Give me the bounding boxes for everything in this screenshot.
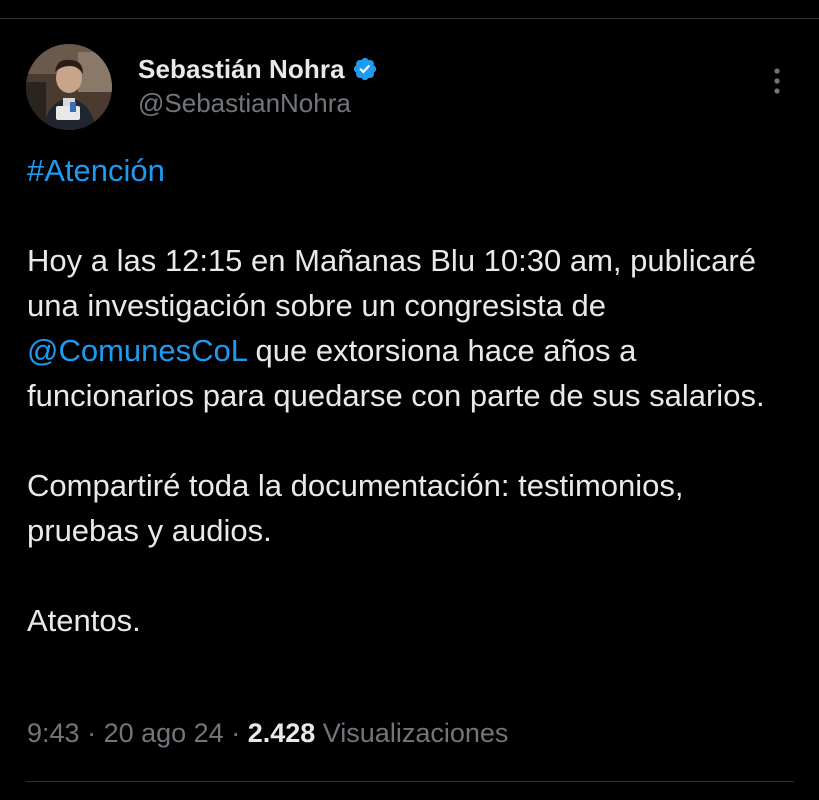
paragraph-1-text-start: Hoy a las 12:15 en Mañanas Blu 10:30 am,…: [27, 243, 756, 323]
tweet-date[interactable]: 20 ago 24: [104, 718, 224, 748]
avatar-image: [26, 44, 112, 130]
name-row: Sebastián Nohra: [138, 52, 378, 86]
meta-separator: ·: [223, 718, 248, 748]
mention-link[interactable]: @ComunesCoL: [27, 333, 247, 368]
avatar[interactable]: [26, 44, 112, 130]
bottom-divider: [26, 781, 794, 782]
meta-separator: ·: [79, 718, 104, 748]
tweet-header: Sebastián Nohra @SebastianNohra: [26, 44, 796, 132]
tweet-paragraph-2: Compartiré toda la documentación: testim…: [27, 468, 684, 548]
tweet-card: Sebastián Nohra @SebastianNohra #Atenció…: [0, 0, 819, 800]
tweet-time[interactable]: 9:43: [27, 718, 80, 748]
tweet-paragraph-1: Hoy a las 12:15 en Mañanas Blu 10:30 am,…: [27, 238, 797, 418]
hashtag-link[interactable]: #Atención: [27, 153, 165, 188]
tweet-hashtag-line: #Atención: [27, 148, 797, 193]
author-display-name[interactable]: Sebastián Nohra: [138, 54, 345, 85]
author-info: Sebastián Nohra @SebastianNohra: [138, 52, 378, 119]
tweet-paragraph-3: Atentos.: [27, 603, 141, 638]
verified-badge-icon[interactable]: [352, 56, 378, 82]
tweet-meta: 9:43 · 20 ago 24 · 2.428 Visualizaciones: [27, 718, 508, 749]
views-label: Visualizaciones: [315, 718, 509, 748]
more-options-icon[interactable]: [768, 66, 786, 96]
tweet-text: #Atención Hoy a las 12:15 en Mañanas Blu…: [27, 148, 797, 643]
views-count[interactable]: 2.428: [248, 718, 316, 748]
author-handle[interactable]: @SebastianNohra: [138, 88, 378, 119]
